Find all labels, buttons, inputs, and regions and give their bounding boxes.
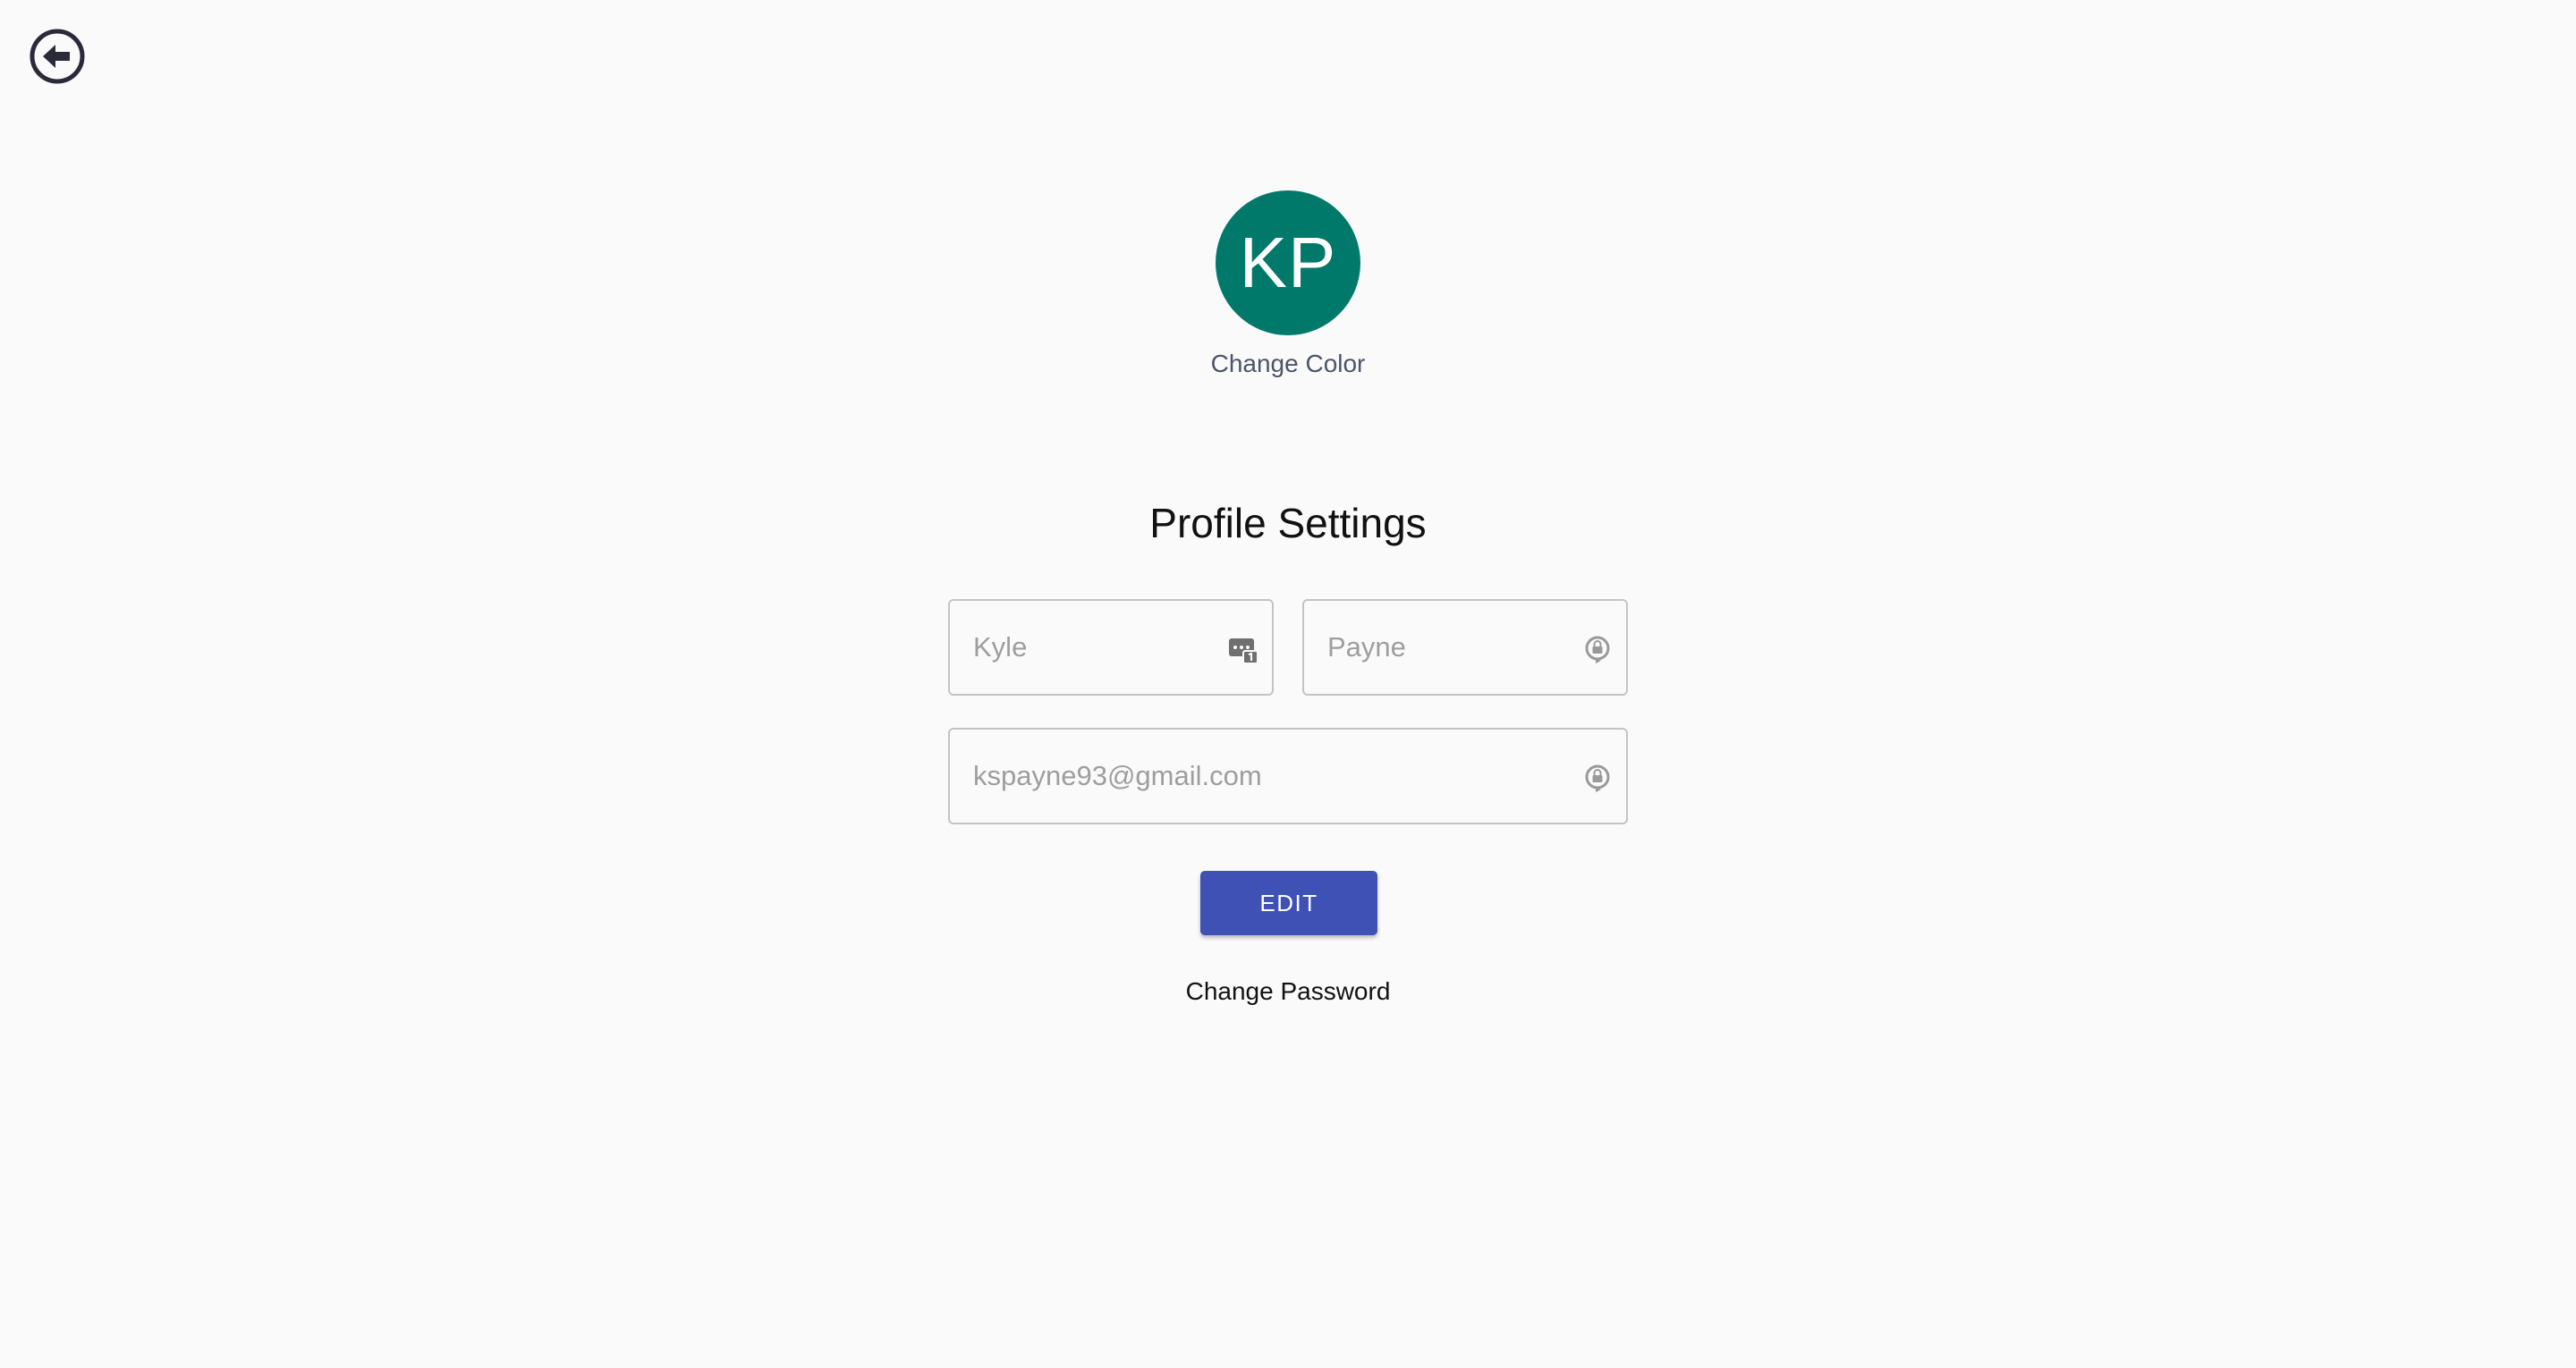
back-button[interactable]: [29, 28, 86, 85]
last-name-input[interactable]: [1327, 601, 1578, 694]
first-name-field[interactable]: [948, 599, 1274, 696]
email-input[interactable]: [973, 730, 1578, 823]
email-field[interactable]: [948, 728, 1628, 824]
autofill-lock-icon[interactable]: [1581, 762, 1614, 794]
avatar: KP: [1216, 190, 1360, 335]
change-password-link[interactable]: Change Password: [1064, 977, 1512, 1006]
arrow-left-circle-icon: [30, 29, 85, 84]
first-name-input[interactable]: [973, 601, 1224, 694]
last-name-field[interactable]: [1302, 599, 1628, 696]
edit-button[interactable]: EDIT: [1200, 871, 1377, 935]
profile-settings-page: KP Change Color Profile Settings Kyle Pa…: [0, 0, 2576, 1368]
avatar-initials: KP: [1239, 223, 1337, 302]
page-title: Profile Settings: [1149, 500, 1427, 546]
change-color-link[interactable]: Change Color: [1109, 350, 1467, 378]
autofill-lock-icon[interactable]: [1581, 633, 1614, 665]
password-manager-icon[interactable]: [1227, 633, 1259, 665]
